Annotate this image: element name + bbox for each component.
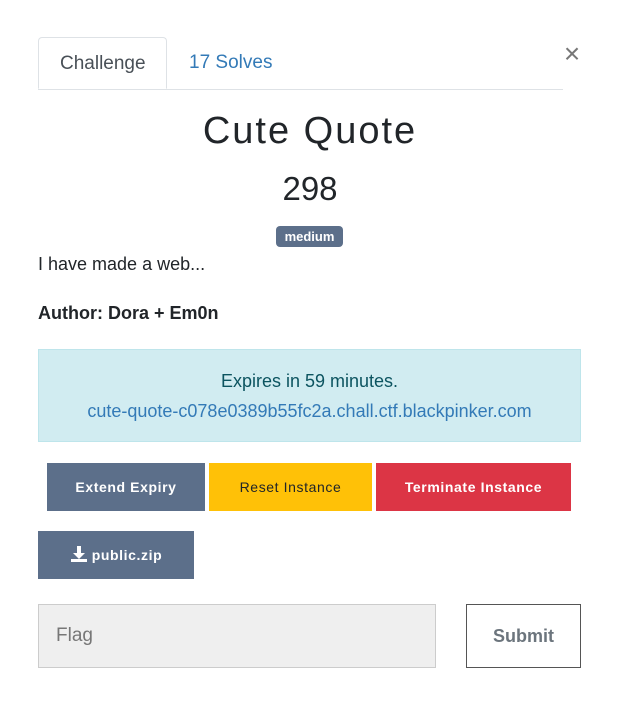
tab-challenge[interactable]: Challenge: [38, 37, 167, 89]
challenge-author: Author: Dora + Em0n: [38, 303, 219, 323]
tab-solves[interactable]: 17 Solves: [168, 37, 293, 88]
difficulty-badge: medium: [276, 226, 343, 247]
close-icon[interactable]: ×: [560, 40, 584, 68]
submit-button[interactable]: Submit: [466, 604, 581, 668]
challenge-tabs: Challenge 17 Solves: [38, 37, 563, 90]
challenge-description: I have made a web...: [38, 254, 206, 274]
challenge-points: 298: [282, 170, 338, 207]
extend-expiry-button[interactable]: Extend Expiry: [47, 463, 205, 511]
flag-input[interactable]: [38, 604, 436, 668]
challenge-title: Cute Quote: [202, 110, 418, 152]
download-icon: [70, 546, 87, 562]
reset-instance-button[interactable]: Reset Instance: [209, 463, 372, 511]
terminate-instance-button[interactable]: Terminate Instance: [376, 463, 571, 511]
download-file-button[interactable]: public.zip: [38, 531, 194, 579]
download-file-label: public.zip: [91, 547, 163, 563]
instance-expiry-text: Expires in 59 minutes.: [220, 371, 399, 391]
instance-link[interactable]: cute-quote-c078e0389b55fc2a.chall.ctf.bl…: [39, 401, 580, 422]
instance-info-box: Expires in 59 minutes. cute-quote-c078e0…: [38, 349, 581, 442]
challenge-modal: Challenge 17 Solves × Cute Quote 298 med…: [0, 0, 620, 727]
